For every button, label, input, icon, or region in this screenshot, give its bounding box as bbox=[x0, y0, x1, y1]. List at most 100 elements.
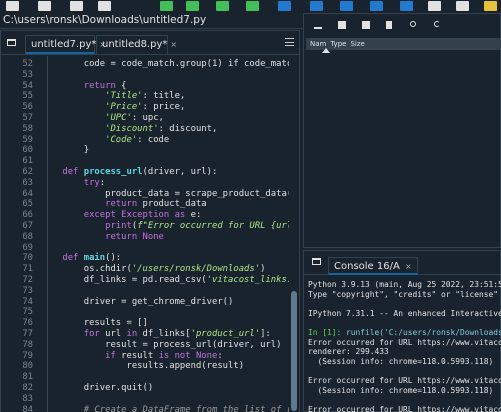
code-token: os.chdir( bbox=[41, 264, 132, 275]
code-line[interactable]: 59 'Code': code bbox=[1, 135, 289, 145]
code-line[interactable]: 81 bbox=[1, 372, 289, 382]
code-text: return None bbox=[37, 232, 164, 242]
code-line[interactable]: 68 return None bbox=[1, 232, 289, 242]
step-into-icon[interactable] bbox=[340, 1, 353, 11]
code-line[interactable]: 79 if result is not None: bbox=[1, 351, 289, 361]
code-line[interactable]: 72 df_links = pd.read_csv('vitacost_link… bbox=[1, 275, 289, 285]
code-token: process_url bbox=[83, 167, 143, 177]
search-icon[interactable] bbox=[410, 21, 416, 27]
code-text: 'UPC': upc, bbox=[37, 113, 164, 123]
save-data-as-icon[interactable] bbox=[362, 21, 370, 29]
preferences-icon[interactable] bbox=[456, 1, 469, 11]
code-line[interactable]: 54 return { bbox=[1, 81, 289, 91]
run-cell-advance-icon[interactable] bbox=[216, 1, 229, 11]
code-line[interactable]: 71 os.chdir('/users/ronsk/Downloads') bbox=[1, 264, 289, 274]
code-token: df_links = pd.read_csv( bbox=[41, 275, 207, 285]
code-line[interactable]: 53 bbox=[1, 70, 289, 80]
save-all-icon[interactable] bbox=[98, 1, 111, 11]
code-token: product_data bbox=[137, 199, 207, 210]
options-menu-icon[interactable] bbox=[285, 38, 294, 46]
code-text: product_data = scrape_product_data(drive bbox=[37, 189, 289, 199]
code-line[interactable]: 63 try: bbox=[1, 178, 289, 188]
line-number: 55 bbox=[22, 91, 33, 102]
main-toolbar bbox=[0, 0, 501, 12]
code-text: return product_data bbox=[37, 199, 207, 209]
code-token: 'product_url' bbox=[190, 329, 261, 339]
code-token: df_links[ bbox=[137, 329, 191, 339]
code-line[interactable]: 82 driver.quit() bbox=[1, 383, 289, 393]
column-size[interactable]: Size bbox=[346, 38, 364, 50]
code-text: 'Discount': discount, bbox=[37, 124, 217, 134]
code-token: for bbox=[41, 329, 100, 339]
line-number: 64 bbox=[22, 188, 33, 199]
code-line[interactable]: 58 'Discount': discount, bbox=[1, 124, 289, 134]
code-text: return { bbox=[37, 81, 127, 91]
step-return-icon[interactable] bbox=[370, 1, 383, 11]
close-icon[interactable]: × bbox=[405, 262, 412, 271]
save-data-icon[interactable] bbox=[338, 21, 346, 29]
run-icon[interactable] bbox=[160, 1, 173, 11]
remove-all-icon[interactable] bbox=[386, 21, 392, 29]
close-icon[interactable]: × bbox=[170, 40, 177, 49]
code-line[interactable]: 62 def process_url(driver, url): bbox=[1, 167, 289, 177]
code-text: df_links = pd.read_csv('vitacost_links.c… bbox=[37, 275, 289, 285]
code-line[interactable]: 64 product_data = scrape_product_data(dr… bbox=[1, 189, 289, 199]
tab-label: untitled8.py* bbox=[102, 39, 168, 50]
code-token: 'vitacost_links.csv' bbox=[206, 275, 289, 285]
import-data-icon[interactable] bbox=[314, 21, 322, 29]
refresh-icon[interactable] bbox=[434, 21, 440, 27]
line-number: 73 bbox=[22, 285, 33, 296]
code-line[interactable]: 84 # Create a DataFrame from the list of… bbox=[1, 405, 289, 412]
code-line[interactable]: 60 } bbox=[1, 145, 289, 155]
code-line[interactable]: 78 result = process_url(driver, url) bbox=[1, 340, 289, 350]
console-tab-bar: Console 16/A × bbox=[304, 251, 501, 275]
code-line[interactable]: 83 bbox=[1, 394, 289, 404]
code-line[interactable]: 69 bbox=[1, 243, 289, 253]
maximize-icon[interactable] bbox=[428, 1, 441, 11]
code-text: def process_url(driver, url): bbox=[37, 167, 217, 177]
console-prompt: In [1]: bbox=[308, 328, 347, 337]
code-line[interactable]: 55 'Title': title, bbox=[1, 91, 289, 101]
code-editor[interactable]: 52 code = code_match.group(1) if code_ma… bbox=[1, 56, 289, 412]
browse-tabs-icon[interactable] bbox=[7, 39, 16, 46]
run-selection-icon[interactable] bbox=[246, 1, 259, 11]
tab-untitled8[interactable]: untitled8.py* × bbox=[96, 35, 177, 54]
code-line[interactable]: 76 results = [] bbox=[1, 318, 289, 328]
code-line[interactable]: 52 code = code_match.group(1) if code_ma… bbox=[1, 59, 289, 69]
console-output[interactable]: Python 3.9.13 (main, Aug 25 2022, 23:51:… bbox=[304, 276, 501, 412]
code-line[interactable]: 75 bbox=[1, 307, 289, 317]
sort-up-icon[interactable] bbox=[322, 48, 330, 53]
code-line[interactable]: 77 for url in df_links['product_url']: bbox=[1, 329, 289, 339]
code-line[interactable]: 56 'Price': price, bbox=[1, 102, 289, 112]
tab-console[interactable]: Console 16/A × bbox=[328, 257, 418, 275]
code-token: : price, bbox=[142, 102, 186, 113]
line-number: 65 bbox=[22, 199, 33, 210]
step-icon[interactable] bbox=[278, 1, 291, 11]
browse-consoles-icon[interactable] bbox=[312, 258, 321, 265]
line-number: 53 bbox=[22, 69, 33, 80]
code-line[interactable]: 65 return product_data bbox=[1, 199, 289, 209]
code-line[interactable]: 57 'UPC': upc, bbox=[1, 113, 289, 123]
python-path-icon[interactable] bbox=[484, 1, 497, 11]
line-number: 72 bbox=[22, 275, 33, 285]
code-token: : title, bbox=[142, 91, 186, 102]
new-file-icon[interactable] bbox=[6, 1, 19, 11]
code-line[interactable]: 66 except Exception as e: bbox=[1, 210, 289, 220]
stop-icon[interactable] bbox=[400, 1, 413, 11]
code-line[interactable]: 80 results.append(result) bbox=[1, 361, 289, 371]
code-line[interactable]: 67 print(f"Error occurred for URL {url}:… bbox=[1, 221, 289, 231]
console-line: Error occurred for URL https://www.vitac… bbox=[308, 376, 501, 385]
tab-untitled7[interactable]: untitled7.py* × bbox=[25, 35, 106, 54]
debug-icon[interactable] bbox=[310, 1, 323, 11]
run-cell-icon[interactable] bbox=[186, 1, 199, 11]
code-line[interactable]: 73 bbox=[1, 286, 289, 296]
line-number: 76 bbox=[22, 318, 33, 329]
code-line[interactable]: 61 bbox=[1, 156, 289, 166]
open-file-icon[interactable] bbox=[38, 1, 51, 11]
code-token: print bbox=[41, 221, 132, 231]
code-line[interactable]: 74 driver = get_chrome_driver() bbox=[1, 297, 289, 307]
save-icon[interactable] bbox=[70, 1, 83, 11]
editor-scrollbar-thumb[interactable] bbox=[291, 291, 297, 411]
code-token: 'Discount' bbox=[41, 123, 159, 134]
code-line[interactable]: 70 def main(): bbox=[1, 253, 289, 263]
